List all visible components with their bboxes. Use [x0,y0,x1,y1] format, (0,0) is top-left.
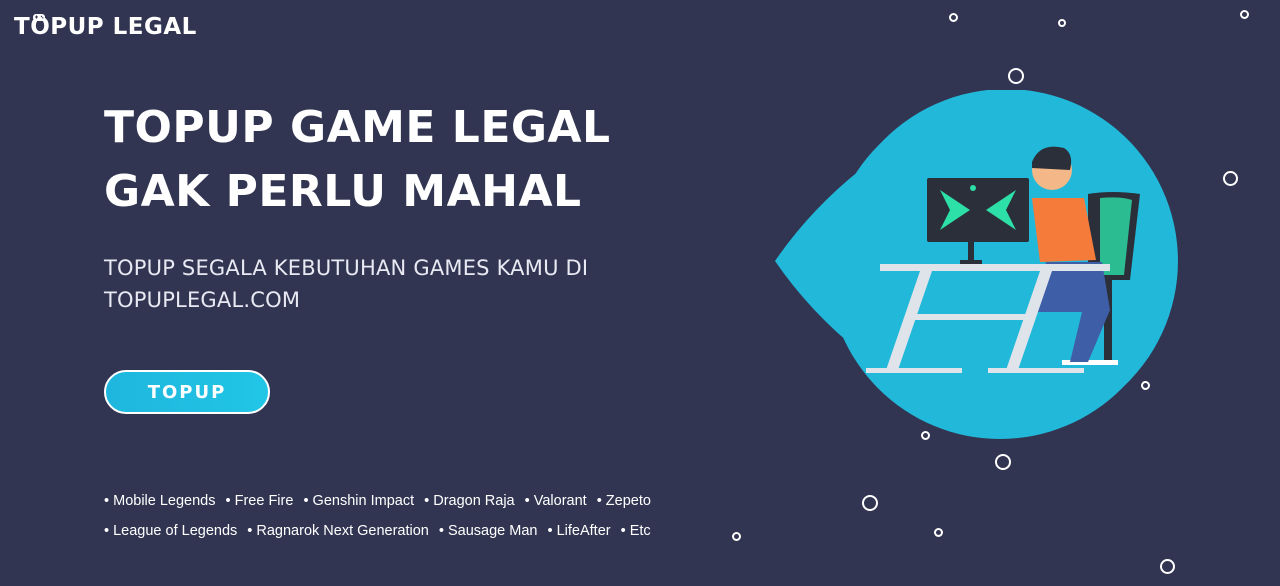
decor-dot [995,454,1011,470]
hero-headline: TOPUP GAME LEGAL GAK PERLU MAHAL [104,96,611,224]
decor-dot [1141,381,1150,390]
headline-line-2: GAK PERLU MAHAL [104,166,582,217]
decor-dot [949,13,958,22]
gamer-illustration [775,90,1178,439]
hero-subline: TOPUP SEGALA KEBUTUHAN GAMES KAMU DI TOP… [104,252,588,316]
games-row-1: Mobile Legends Free Fire Genshin Impact … [104,486,661,516]
decor-dot [934,528,943,537]
game-item: Valorant [525,493,587,509]
brand-logo[interactable]: TOPUP LEGAL [14,14,197,40]
game-item: Sausage Man [439,523,537,539]
decor-dot [1058,19,1066,27]
subline-line-2: TOPUPLEGAL.COM [104,288,301,312]
game-item: Free Fire [226,493,294,509]
decor-dot [1223,171,1238,186]
game-item: Genshin Impact [303,493,415,509]
game-item: LifeAfter [547,523,611,539]
game-item: Etc [621,523,651,539]
game-item: Dragon Raja [424,493,514,509]
decor-dot [862,495,878,511]
game-item: Zepeto [597,493,651,509]
games-row-2: League of Legends Ragnarok Next Generati… [104,516,661,546]
gamepad-icon [33,14,45,21]
games-list: Mobile Legends Free Fire Genshin Impact … [104,486,661,546]
game-item: Mobile Legends [104,493,215,509]
headline-line-1: TOPUP GAME LEGAL [104,102,611,153]
game-item: League of Legends [104,523,237,539]
decor-dot [921,431,930,440]
topup-button[interactable]: TOPUP [104,370,270,414]
decor-dot [732,532,741,541]
decor-dot [1008,68,1024,84]
decor-dot [1160,559,1175,574]
game-item: Ragnarok Next Generation [247,523,429,539]
decor-dot [1240,10,1249,19]
subline-line-1: TOPUP SEGALA KEBUTUHAN GAMES KAMU DI [104,256,589,280]
